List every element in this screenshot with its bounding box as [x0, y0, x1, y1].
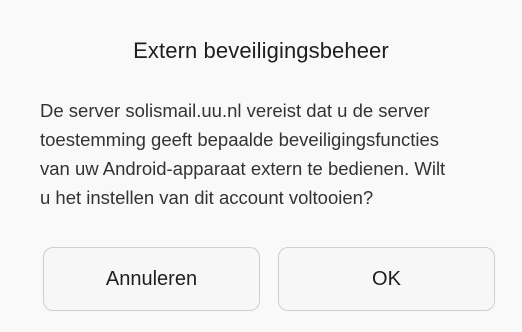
cancel-button[interactable]: Annuleren: [43, 247, 260, 311]
ok-button[interactable]: OK: [278, 247, 495, 311]
dialog-message-line: u het instellen van dit account voltooie…: [40, 187, 374, 208]
dialog-message-line: van uw Android-apparaat extern te bedien…: [40, 158, 446, 179]
dialog-title: Extern beveiligingsbeheer: [133, 38, 389, 63]
dialog-message-line: toestemming geeft bepaalde beveiligingsf…: [40, 129, 440, 150]
remote-security-dialog: Extern beveiligingsbeheer De server soli…: [0, 0, 522, 332]
dialog-button-row: Annuleren OK: [43, 247, 495, 313]
dialog-message: De server solismail.uu.nl vereist dat u …: [40, 96, 500, 212]
dialog-message-line: De server solismail.uu.nl vereist dat u …: [40, 100, 430, 121]
